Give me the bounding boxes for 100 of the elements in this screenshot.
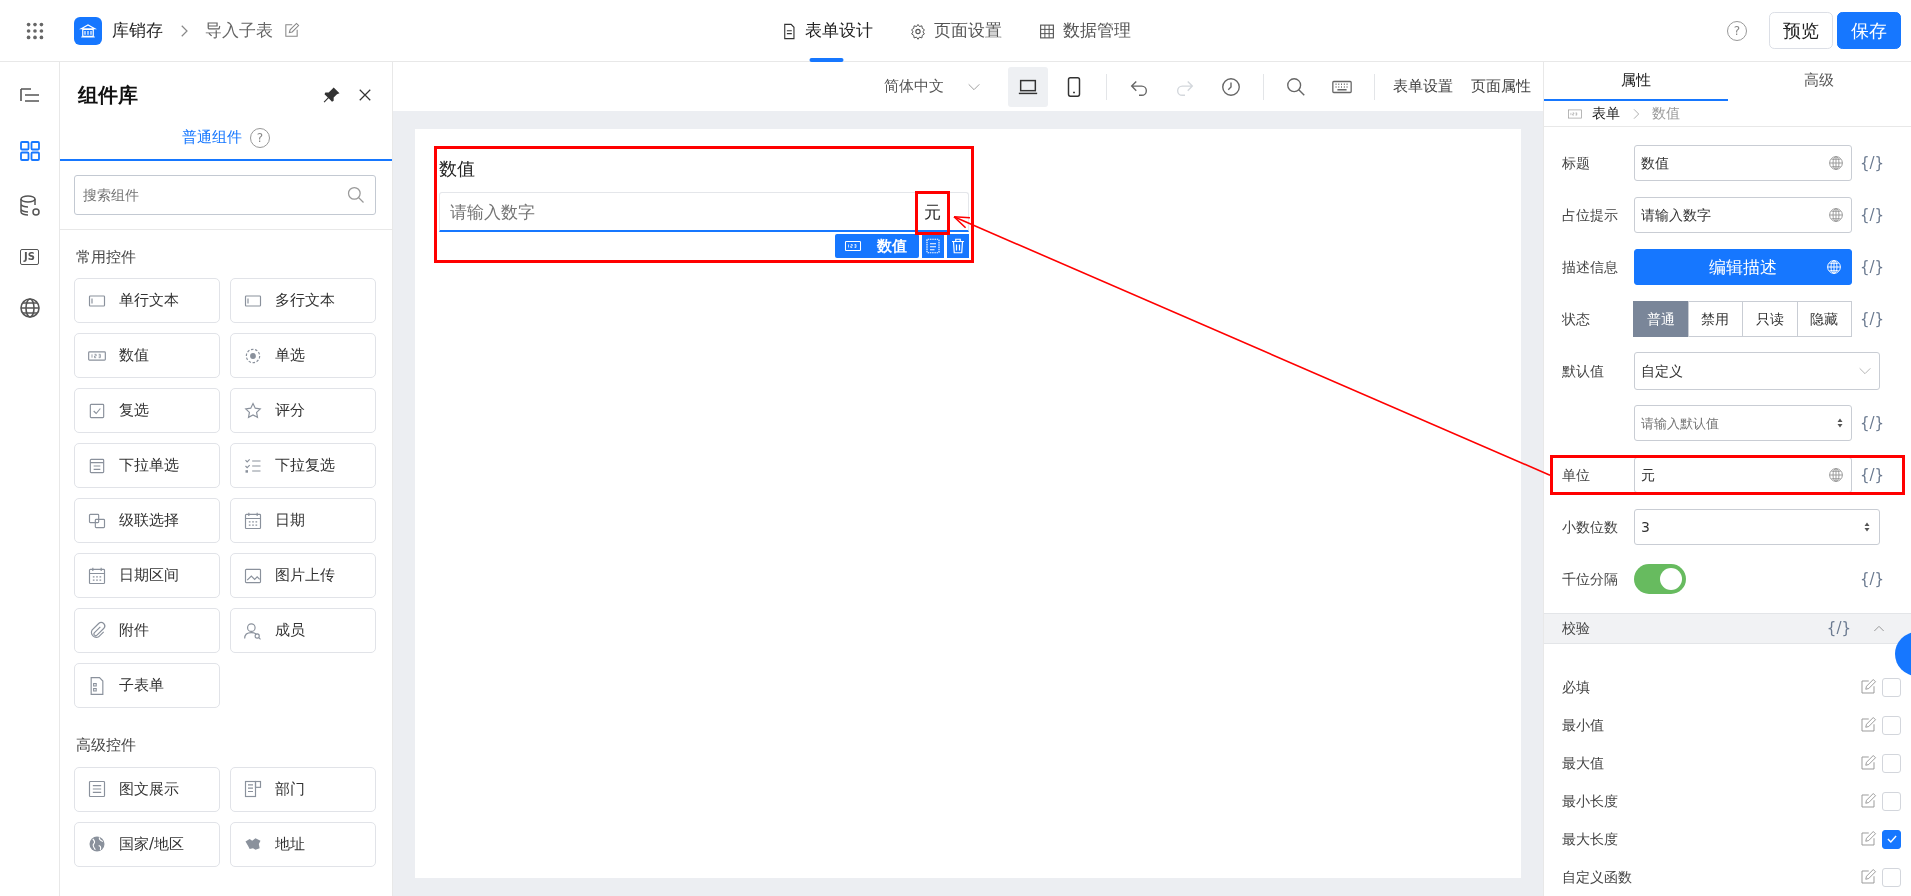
component-item[interactable]: 图文展示 <box>74 766 220 812</box>
status-option[interactable]: 普通 <box>1633 301 1689 338</box>
text-field[interactable]: 数值 <box>1634 145 1852 182</box>
rule-label: 最小长度 <box>1562 791 1618 811</box>
copy-button[interactable] <box>922 234 944 258</box>
component-item[interactable]: 单选 <box>230 333 376 378</box>
component-item[interactable]: 部门 <box>230 766 376 812</box>
panel-tab[interactable]: 高级 <box>1727 62 1911 102</box>
component-item[interactable]: 单行文本 <box>74 278 220 323</box>
globe-icon[interactable] <box>17 296 42 320</box>
table-icon <box>1038 22 1055 40</box>
globe-icon <box>1825 258 1843 277</box>
expression-toggle[interactable]: {/} <box>1860 256 1885 279</box>
component-item[interactable]: 子表单 <box>74 663 220 708</box>
expression-toggle[interactable]: {/} <box>1860 412 1885 435</box>
component-item[interactable]: 日期 <box>230 498 376 543</box>
component-item[interactable]: 多行文本 <box>230 278 376 323</box>
rule-label: 最小值 <box>1562 715 1604 735</box>
script-tab[interactable]: JS <box>20 249 39 265</box>
component-item[interactable]: 复选 <box>74 388 220 433</box>
component-item[interactable]: 附件 <box>74 608 220 653</box>
unit-text: 元 <box>924 201 941 224</box>
pin-icon[interactable] <box>322 85 342 105</box>
user-icon <box>243 620 263 641</box>
component-item[interactable]: 下拉复选 <box>230 443 376 488</box>
panel-tab[interactable]: 属性 <box>1544 62 1728 102</box>
number-field[interactable]: 请输入默认值 <box>1634 405 1852 442</box>
laptop-button[interactable] <box>1008 66 1048 107</box>
dropdown[interactable]: 自定义 <box>1634 352 1880 391</box>
component-item[interactable]: 日期区间 <box>74 553 220 598</box>
rule-label: 必填 <box>1562 677 1590 697</box>
nav-tab[interactable]: 数据管理 <box>1034 0 1135 62</box>
status-option[interactable]: 只读 <box>1742 301 1798 338</box>
delete-button[interactable] <box>947 234 969 258</box>
field-type-tag: 数值 <box>835 234 919 258</box>
number-field[interactable]: 3 <box>1634 509 1880 546</box>
component-item[interactable]: 国家/地区 <box>74 821 220 867</box>
property-label: 单位 <box>1562 465 1591 485</box>
nav-tab[interactable]: 页面设置 <box>905 0 1006 62</box>
search-icon[interactable] <box>1285 75 1307 98</box>
globe-icon <box>87 834 107 854</box>
checkbox[interactable] <box>1882 829 1901 849</box>
property-label: 千位分隔 <box>1562 569 1619 589</box>
component-item[interactable]: 地址 <box>230 821 376 867</box>
section-title: 校验 <box>1562 619 1590 639</box>
grid-icon[interactable] <box>17 139 42 163</box>
calendar-icon <box>243 510 263 531</box>
component-item[interactable]: 评分 <box>230 388 376 433</box>
globe-icon <box>1827 154 1845 173</box>
text-field[interactable]: 元 <box>1634 457 1852 494</box>
rule-label: 自定义函数 <box>1562 867 1632 887</box>
text-field[interactable]: 请输入数字 <box>1634 197 1852 234</box>
property-label: 占位提示 <box>1562 205 1619 225</box>
expression-toggle[interactable]: {/} <box>1860 568 1885 591</box>
globe-icon <box>1827 466 1845 485</box>
breadcrumb-item[interactable]: 表单 <box>1592 103 1620 125</box>
rule-label: 最大值 <box>1562 753 1604 773</box>
search-field[interactable]: 搜索组件 <box>74 174 376 215</box>
edit-icon[interactable] <box>283 22 300 39</box>
group-title: 高级控件 <box>75 735 137 756</box>
database-icon[interactable] <box>17 194 42 218</box>
clock-icon[interactable] <box>1220 75 1242 98</box>
component-item[interactable]: 图片上传 <box>230 553 376 598</box>
globe-icon <box>1827 206 1845 225</box>
group-title: 常用控件 <box>75 246 137 268</box>
component-item[interactable]: 级联选择 <box>74 498 220 543</box>
text-block-icon <box>87 779 107 799</box>
property-label: 描述信息 <box>1562 257 1619 277</box>
panel-tab[interactable]: 普通组件 <box>182 120 242 159</box>
copy-icon <box>924 237 942 255</box>
app-logo-icon <box>74 16 102 45</box>
save-button[interactable]: 保存 <box>1837 12 1901 49</box>
edit-description-button[interactable]: 编辑描述 <box>1634 249 1852 286</box>
expression-toggle[interactable]: {/} <box>1826 617 1851 640</box>
component-item[interactable]: 下拉单选 <box>74 443 220 488</box>
property-label: 状态 <box>1562 309 1591 329</box>
expression-toggle[interactable]: {/} <box>1860 152 1885 175</box>
component-item[interactable]: 成员 <box>230 608 376 653</box>
rule-label: 最大长度 <box>1562 829 1618 849</box>
status-option[interactable]: 禁用 <box>1687 301 1743 338</box>
page-name: 导入子表 <box>205 18 273 42</box>
status-option[interactable]: 隐藏 <box>1796 301 1852 338</box>
building-icon <box>243 779 263 799</box>
toolbar-link[interactable]: 页面属性 <box>1465 75 1537 98</box>
property-label: 标题 <box>1562 153 1591 173</box>
gear-icon <box>909 22 926 40</box>
component-item[interactable]: 数值 <box>74 333 220 378</box>
toolbar-link[interactable]: 表单设置 <box>1387 75 1459 98</box>
app-name[interactable]: 库销存 <box>112 17 163 44</box>
nav-tab[interactable]: 表单设计 <box>776 0 877 62</box>
expression-toggle[interactable]: {/} <box>1860 464 1885 487</box>
preview-button[interactable]: 预览 <box>1769 12 1833 49</box>
panel-title: 组件库 <box>78 82 138 109</box>
language-select[interactable]: 简体中文 <box>878 74 988 99</box>
toggle-switch[interactable] <box>1634 564 1686 595</box>
trash-icon <box>949 237 967 255</box>
expression-toggle[interactable]: {/} <box>1860 204 1885 227</box>
calendar-icon <box>87 565 107 586</box>
field-label: 数值 <box>439 157 476 181</box>
expression-toggle[interactable]: {/} <box>1860 308 1885 331</box>
